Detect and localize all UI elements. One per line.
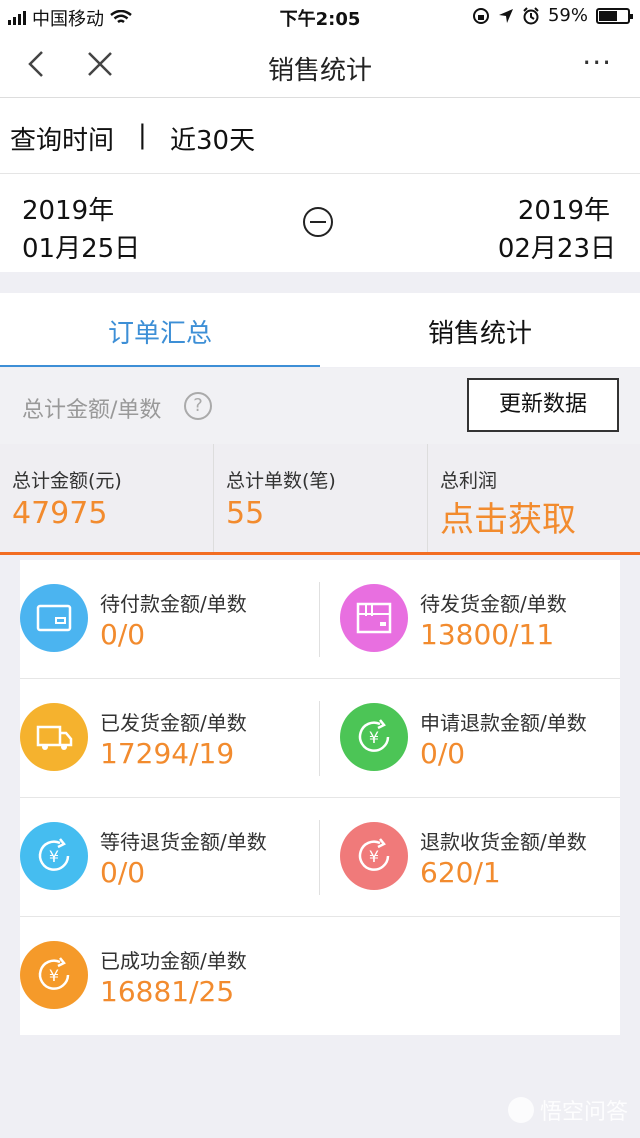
total-profit: 总利润 点击获取: [428, 444, 640, 552]
tab-sales-stats[interactable]: 销售统计: [320, 293, 640, 367]
total-amount: 总计金额(元) 47975: [0, 444, 214, 552]
refund-request-card[interactable]: ¥ 申请退款金额/单数 0/0: [320, 679, 620, 798]
item-label: 待付款金额/单数: [100, 592, 247, 616]
range-separator-icon: [303, 207, 333, 237]
svg-text:¥: ¥: [49, 847, 59, 866]
item-value: 620/1: [420, 856, 501, 889]
status-bar: 中国移动 下午2:05 59%: [0, 0, 640, 32]
refund-icon: ¥: [340, 703, 408, 771]
page-title: 销售统计: [267, 56, 372, 86]
item-label: 等待退货金额/单数: [100, 830, 267, 854]
grid-row: ¥ 等待退货金额/单数 0/0 ¥ 退款收货金额/单数 620/1: [20, 798, 620, 917]
lock-rotation-icon: [472, 7, 489, 24]
summary-label: 总计金额/单数: [22, 398, 162, 423]
card-icon: [20, 584, 88, 652]
item-label: 待发货金额/单数: [420, 592, 567, 616]
query-time-label: 查询时间: [10, 126, 115, 156]
svg-text:¥: ¥: [369, 728, 379, 747]
item-value: 17294/19: [100, 737, 235, 770]
total-profit-label: 总利润: [440, 470, 498, 492]
grid-row: 待付款金额/单数 0/0 待发货金额/单数 13800/11: [20, 560, 620, 679]
tab-bar: 订单汇总 销售统计: [0, 293, 640, 367]
refund-receive-icon: ¥: [340, 822, 408, 890]
more-icon[interactable]: ···: [582, 46, 612, 79]
watermark: 悟空问答: [507, 1094, 628, 1126]
location-icon: [498, 8, 513, 23]
item-label: 已发货金额/单数: [100, 711, 247, 735]
refund-received-card[interactable]: ¥ 退款收货金额/单数 620/1: [320, 798, 620, 917]
item-label: 申请退款金额/单数: [420, 711, 587, 735]
pending-payment-card[interactable]: 待付款金额/单数 0/0: [20, 560, 320, 679]
truck-icon: [20, 703, 88, 771]
nav-bar: 销售统计 ···: [0, 32, 640, 98]
end-year[interactable]: 2019年: [518, 190, 610, 227]
item-value: 0/0: [100, 856, 146, 889]
completed-card[interactable]: ¥ 已成功金额/单数 16881/25: [20, 917, 320, 1036]
watermark-logo-icon: [507, 1097, 534, 1123]
get-profit-link[interactable]: 点击获取: [440, 492, 576, 541]
battery-icon: [596, 7, 633, 24]
total-amount-label: 总计金额(元): [12, 470, 122, 492]
total-orders: 总计单数(笔) 55: [214, 444, 428, 552]
shipped-card[interactable]: 已发货金额/单数 17294/19: [20, 679, 320, 798]
refresh-data-button[interactable]: 更新数据: [467, 378, 619, 432]
item-value: 16881/25: [100, 975, 235, 1008]
svg-text:¥: ¥: [369, 847, 379, 866]
watermark-text: 悟空问答: [539, 1100, 628, 1125]
end-day[interactable]: 02月23日: [498, 228, 616, 265]
start-year[interactable]: 2019年: [22, 190, 114, 227]
package-icon: [340, 584, 408, 652]
alarm-icon: [523, 6, 539, 24]
battery-percent: 59%: [547, 5, 588, 26]
total-amount-value: 47975: [12, 496, 108, 531]
help-icon[interactable]: ?: [184, 392, 212, 420]
item-value: 0/0: [100, 618, 146, 651]
return-icon: ¥: [20, 822, 88, 890]
query-separator: |: [138, 120, 147, 150]
item-label: 退款收货金额/单数: [420, 830, 587, 854]
date-range: 2019年 01月25日 2019年 02月23日: [0, 174, 640, 272]
summary-header: 总计金额/单数 ? 更新数据: [0, 368, 640, 444]
item-value: 13800/11: [420, 618, 555, 651]
total-orders-value: 55: [226, 496, 265, 531]
awaiting-return-card[interactable]: ¥ 等待退货金额/单数 0/0: [20, 798, 320, 917]
query-time-row[interactable]: 查询时间 | 近30天: [0, 98, 640, 174]
query-time-value[interactable]: 近30天: [170, 120, 255, 157]
tab-order-summary[interactable]: 订单汇总: [0, 293, 320, 367]
totals-panel: 总计金额(元) 47975 总计单数(笔) 55 总利润 点击获取: [0, 444, 640, 555]
success-icon: ¥: [20, 941, 88, 1009]
grid-row: 已发货金额/单数 17294/19 ¥ 申请退款金额/单数 0/0: [20, 679, 620, 798]
total-orders-label: 总计单数(笔): [226, 470, 336, 492]
start-day[interactable]: 01月25日: [22, 228, 140, 265]
svg-text:¥: ¥: [49, 966, 59, 985]
pending-shipment-card[interactable]: 待发货金额/单数 13800/11: [320, 560, 620, 679]
grid-row: ¥ 已成功金额/单数 16881/25: [20, 917, 620, 1036]
order-status-grid: 待付款金额/单数 0/0 待发货金额/单数 13800/11 已发货金额/单数 …: [20, 560, 620, 1035]
item-value: 0/0: [420, 737, 466, 770]
item-label: 已成功金额/单数: [100, 949, 247, 973]
